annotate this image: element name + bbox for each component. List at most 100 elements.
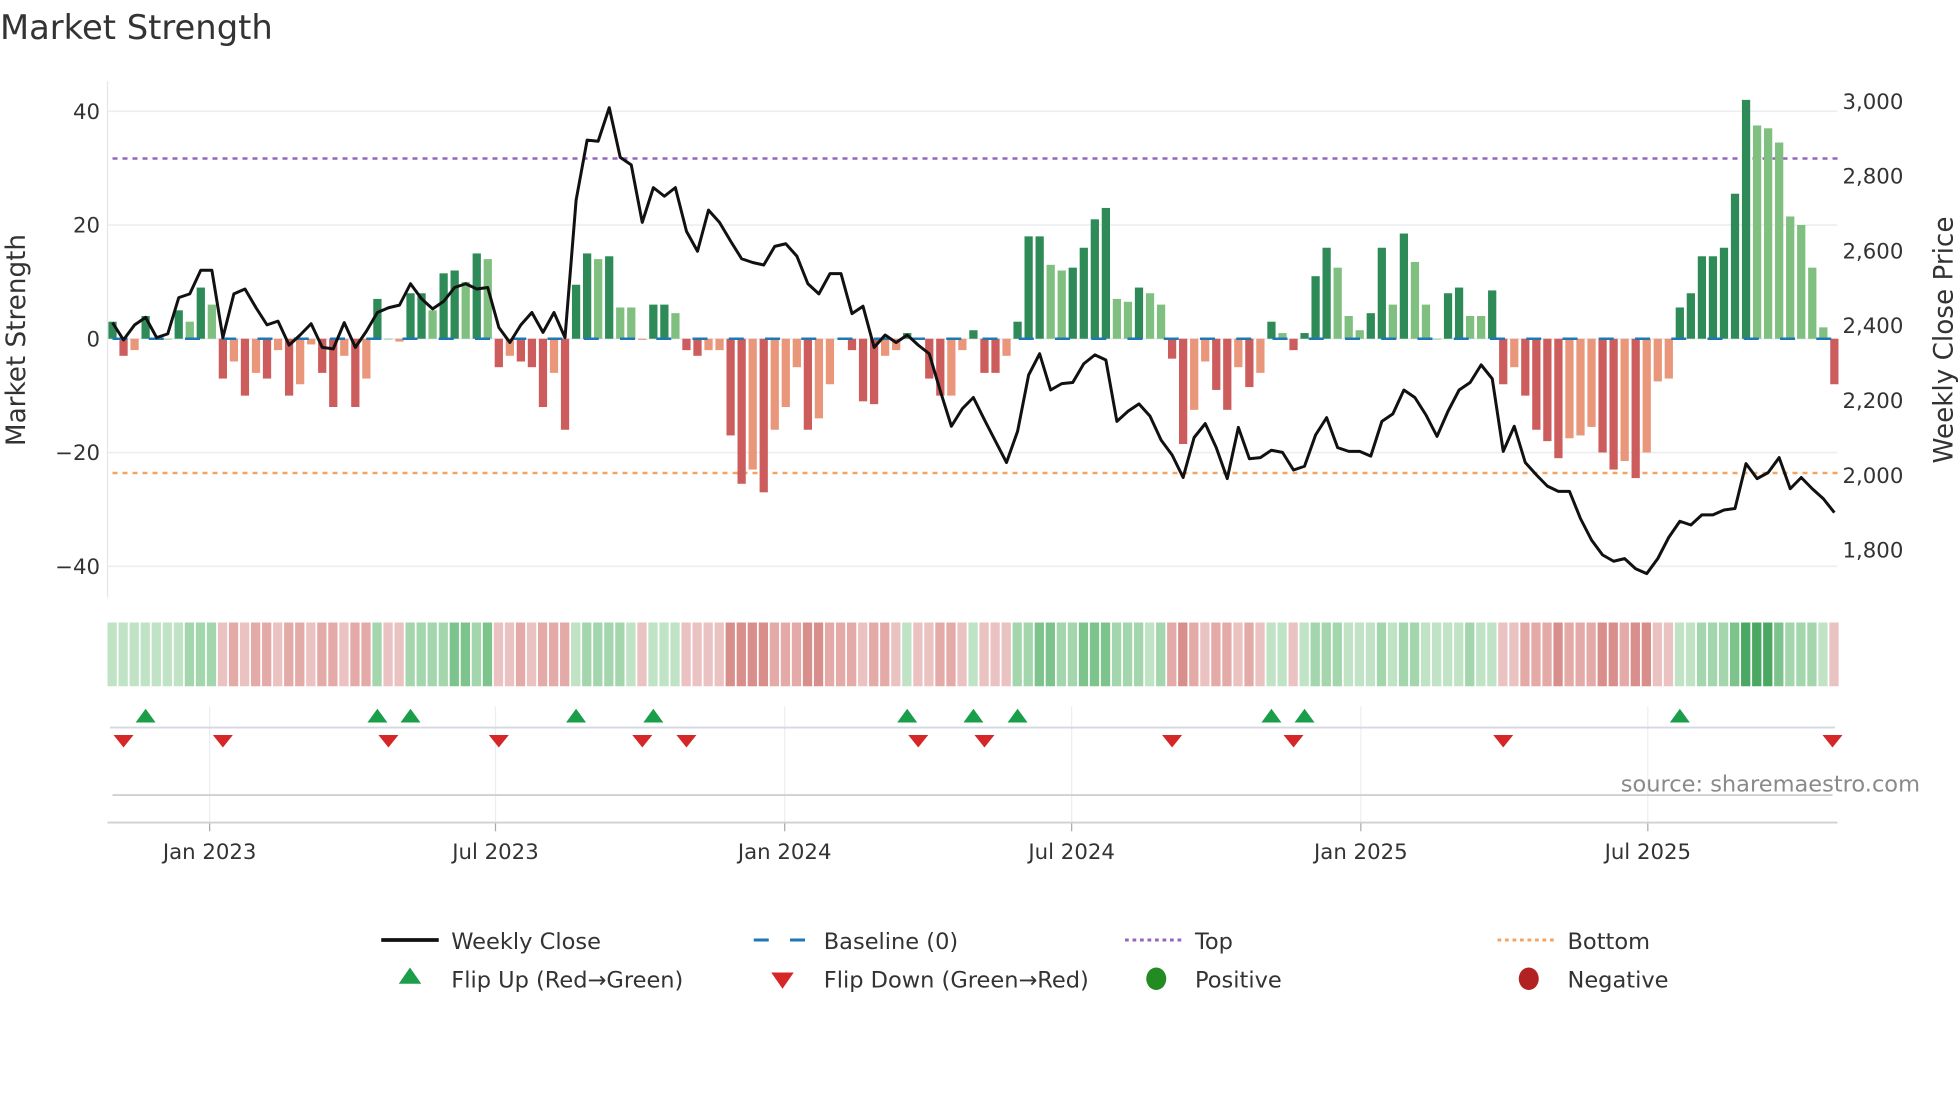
negative-bar bbox=[1223, 338, 1232, 410]
negative-bar bbox=[130, 338, 139, 351]
flip-down-marker bbox=[676, 735, 697, 748]
positive-bar bbox=[1344, 316, 1353, 339]
positive-bar bbox=[1079, 247, 1088, 339]
x-tick-label: Jul 2024 bbox=[1026, 840, 1114, 865]
regime-cell bbox=[1222, 622, 1232, 687]
negative-bar bbox=[1598, 338, 1607, 453]
flip-up-marker bbox=[1007, 708, 1028, 723]
negative-bar bbox=[1565, 338, 1574, 439]
triangle-up-icon bbox=[398, 967, 422, 984]
regime-cell bbox=[891, 622, 901, 687]
regime-cell bbox=[537, 622, 548, 687]
positive-bar bbox=[1322, 247, 1331, 339]
legend-item: Bottom bbox=[1497, 929, 1650, 955]
positive-bar bbox=[594, 259, 603, 339]
regime-cell bbox=[1564, 622, 1574, 687]
regime-cell bbox=[361, 622, 371, 687]
regime-cell bbox=[394, 622, 404, 687]
negative-bar bbox=[1289, 338, 1298, 351]
positive-bar bbox=[1355, 330, 1364, 339]
regime-cell bbox=[306, 622, 316, 687]
positive-bar bbox=[627, 307, 636, 339]
positive-bar bbox=[1267, 321, 1276, 339]
positive-bar bbox=[582, 253, 592, 339]
flip-up-marker bbox=[400, 708, 421, 723]
positive-bar bbox=[174, 310, 183, 339]
dot-icon bbox=[1146, 967, 1167, 990]
regime-cell bbox=[1089, 622, 1100, 687]
flip-down-marker bbox=[212, 735, 233, 748]
regime-cell bbox=[1763, 622, 1773, 687]
regime-cell bbox=[990, 622, 1000, 687]
negative-bar bbox=[560, 338, 570, 430]
negative-bar bbox=[296, 338, 305, 385]
regime-cell bbox=[239, 622, 250, 687]
regime-cell bbox=[151, 622, 161, 687]
negative-bar bbox=[494, 338, 503, 368]
right-tick-label: 1,800 bbox=[1843, 539, 1904, 564]
left-tick-label: 0 bbox=[86, 327, 100, 352]
negative-bar bbox=[1830, 338, 1839, 385]
regime-cell bbox=[769, 622, 780, 687]
negative-bar bbox=[1201, 338, 1210, 362]
negative-bar bbox=[516, 338, 526, 362]
negative-bar bbox=[262, 338, 272, 379]
regime-cell bbox=[405, 622, 415, 687]
regime-cell bbox=[493, 622, 504, 687]
regime-cell bbox=[1078, 622, 1089, 687]
flip-up-marker bbox=[135, 708, 156, 723]
regime-cell bbox=[1067, 622, 1078, 687]
regime-cell bbox=[1608, 622, 1618, 687]
regime-cell bbox=[1045, 622, 1055, 687]
regime-cell bbox=[1730, 622, 1740, 687]
positive-bar bbox=[1090, 219, 1099, 339]
regime-cell bbox=[1796, 622, 1806, 687]
negative-bar bbox=[1664, 338, 1673, 379]
positive-bar bbox=[1741, 99, 1751, 339]
negative-bar bbox=[251, 338, 261, 373]
regime-cell bbox=[935, 622, 945, 687]
legend: Weekly Close Baseline (0) Top Bottom Flip Up… bbox=[381, 929, 1668, 994]
regime-cell bbox=[1376, 622, 1387, 687]
positive-bar bbox=[1388, 304, 1397, 339]
right-tick-label: 2,000 bbox=[1843, 464, 1904, 489]
regime-cell bbox=[703, 622, 713, 687]
regime-cell bbox=[946, 622, 956, 687]
regime-cell bbox=[273, 622, 283, 687]
regime-cell bbox=[1498, 622, 1508, 687]
regime-cell bbox=[1321, 622, 1331, 687]
positive-bar bbox=[1156, 304, 1166, 339]
regime-cell bbox=[383, 622, 393, 687]
regime-cell bbox=[670, 622, 680, 687]
regime-cell bbox=[1542, 622, 1552, 687]
positive-bar bbox=[1708, 256, 1718, 339]
positive-bar bbox=[1454, 287, 1464, 339]
positive-bar bbox=[1101, 207, 1110, 339]
regime-cell bbox=[1752, 622, 1762, 687]
positive-bar bbox=[406, 293, 415, 339]
left-tick-label: 20 bbox=[73, 214, 100, 239]
regime-cell bbox=[1597, 622, 1607, 687]
regime-cell bbox=[968, 622, 978, 687]
regime-cell bbox=[438, 622, 448, 687]
right-tick-label: 2,600 bbox=[1843, 239, 1904, 264]
positive-bar bbox=[384, 338, 393, 340]
negative-bar bbox=[1532, 338, 1541, 430]
positive-bar bbox=[1068, 267, 1077, 339]
regime-cell bbox=[504, 622, 515, 687]
positive-bar bbox=[1013, 321, 1022, 339]
regime-cell bbox=[471, 622, 482, 687]
regime-cell bbox=[1332, 622, 1342, 687]
negative-bar bbox=[748, 338, 757, 470]
positive-bar bbox=[439, 273, 448, 339]
positive-bar bbox=[1035, 236, 1044, 339]
negative-bar bbox=[1256, 338, 1265, 373]
weekly-close-series bbox=[111, 106, 1836, 576]
regime-cell bbox=[758, 622, 768, 687]
positive-bar bbox=[671, 313, 680, 339]
regime-cell bbox=[195, 622, 206, 687]
positive-bar bbox=[472, 253, 481, 339]
positive-bar bbox=[1764, 128, 1773, 339]
negative-bar bbox=[858, 338, 868, 402]
right-tick-label: 2,400 bbox=[1843, 314, 1904, 339]
